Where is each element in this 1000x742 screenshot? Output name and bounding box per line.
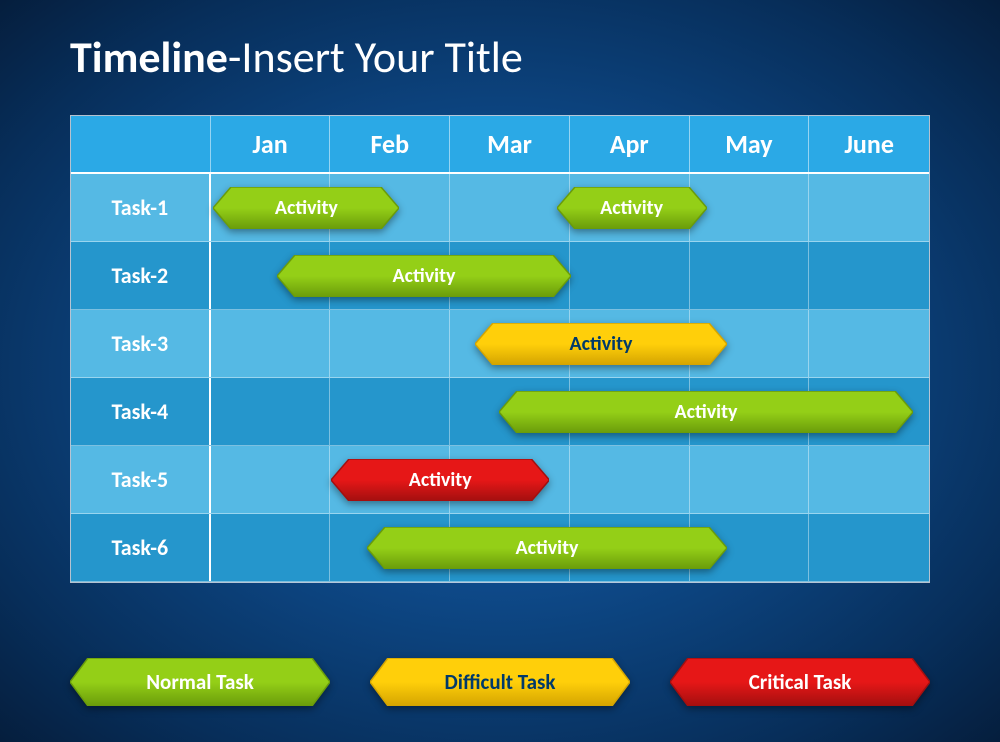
grid-cell — [450, 378, 570, 445]
grid-cell — [809, 378, 929, 445]
grid-cell — [809, 242, 929, 309]
legend-label: Normal Task — [146, 669, 254, 695]
grid-cell — [211, 446, 331, 513]
header-month: Apr — [570, 116, 690, 172]
header-month: May — [690, 116, 810, 172]
slide-title: Timeline-Insert Your Title — [70, 30, 523, 84]
legend-item-critical: Critical Task — [670, 658, 930, 706]
table-row: Task-5 — [71, 446, 929, 514]
grid-cell — [570, 310, 690, 377]
grid-cell — [211, 242, 331, 309]
task-label: Task-5 — [71, 446, 211, 513]
grid-cell — [211, 378, 331, 445]
grid-cell — [330, 378, 450, 445]
grid-cell — [211, 514, 331, 581]
grid-cell — [330, 514, 450, 581]
header-month: Feb — [330, 116, 450, 172]
header-month: Jan — [211, 116, 331, 172]
grid-cell — [570, 446, 690, 513]
grid-cell — [809, 446, 929, 513]
title-bold: Timeline — [70, 30, 228, 84]
header-month: Mar — [450, 116, 570, 172]
legend: Normal Task Difficult Task Critical Task — [70, 658, 930, 706]
grid-cell — [450, 242, 570, 309]
table-row: Task-1 — [71, 174, 929, 242]
grid-cell — [809, 174, 929, 241]
grid-cell — [330, 242, 450, 309]
grid-cell — [211, 174, 331, 241]
grid-cell — [570, 242, 690, 309]
grid-cell — [450, 174, 570, 241]
task-label: Task-1 — [71, 174, 211, 241]
grid-cell — [570, 514, 690, 581]
grid-cell — [690, 514, 810, 581]
grid-cell — [330, 310, 450, 377]
grid-cell — [809, 310, 929, 377]
legend-label: Critical Task — [749, 669, 852, 695]
grid-cell — [330, 446, 450, 513]
legend-item-difficult: Difficult Task — [370, 658, 630, 706]
grid-cell — [690, 378, 810, 445]
grid-cell — [690, 174, 810, 241]
legend-item-normal: Normal Task — [70, 658, 330, 706]
grid-cell — [690, 242, 810, 309]
grid-cell — [570, 174, 690, 241]
grid-cell — [450, 514, 570, 581]
grid-cell — [690, 310, 810, 377]
table-body: Task-1 Task-2 Task-3 Task-4 Task-5 Task-… — [71, 174, 929, 582]
grid-cell — [690, 446, 810, 513]
table-row: Task-3 — [71, 310, 929, 378]
grid-cell — [809, 514, 929, 581]
grid-cell — [211, 310, 331, 377]
task-label: Task-3 — [71, 310, 211, 377]
table-row: Task-6 — [71, 514, 929, 582]
grid-cell — [450, 310, 570, 377]
grid-cell — [330, 174, 450, 241]
legend-label: Difficult Task — [445, 669, 556, 695]
header-blank — [71, 116, 211, 172]
table-row: Task-4 — [71, 378, 929, 446]
table-header-row: Jan Feb Mar Apr May June — [71, 116, 929, 174]
grid-cell — [450, 446, 570, 513]
grid-cell — [570, 378, 690, 445]
gantt-table: Jan Feb Mar Apr May June Task-1 Task-2 T… — [70, 115, 930, 583]
task-label: Task-4 — [71, 378, 211, 445]
task-label: Task-6 — [71, 514, 211, 581]
task-label: Task-2 — [71, 242, 211, 309]
header-month: June — [809, 116, 929, 172]
table-row: Task-2 — [71, 242, 929, 310]
title-rest: -Insert Your Title — [228, 30, 523, 84]
